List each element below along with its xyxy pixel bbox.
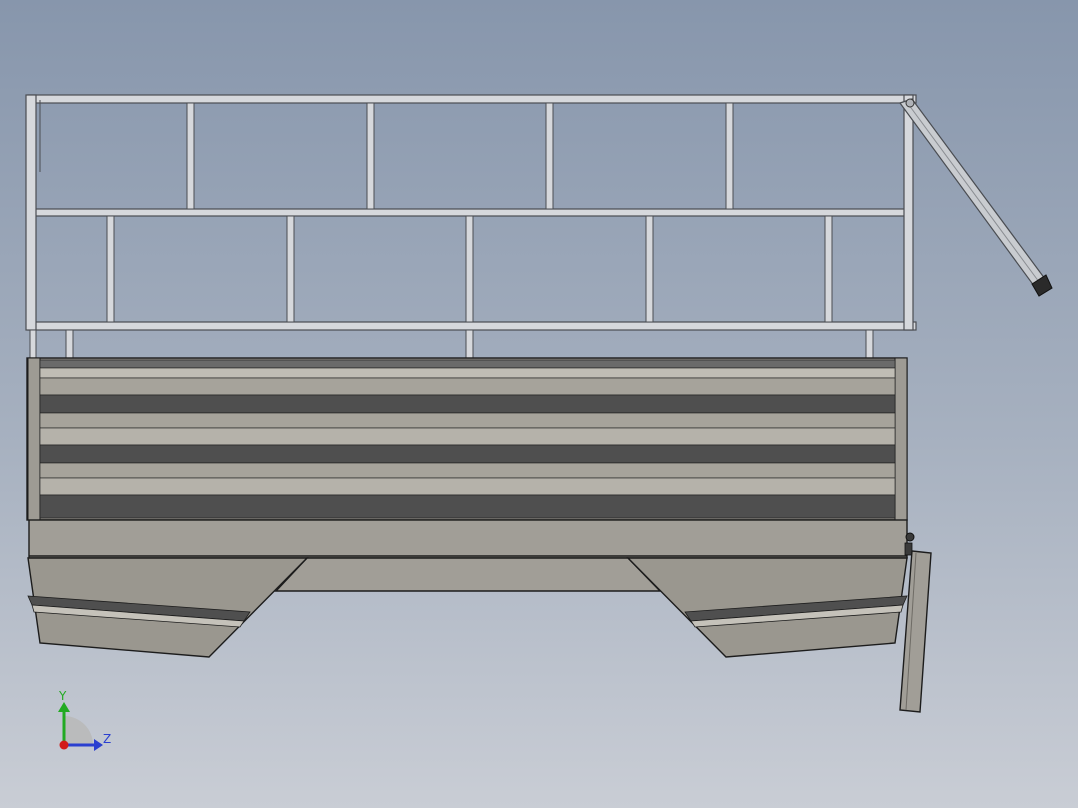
lower-baluster <box>287 216 294 322</box>
upper-baluster <box>367 103 374 209</box>
guardrail-bottom-rail <box>28 322 916 330</box>
rail-foot <box>30 330 36 360</box>
right-skirt <box>628 558 907 657</box>
lower-baluster <box>646 216 653 322</box>
cad-viewport[interactable]: Y Z <box>0 0 1078 808</box>
orientation-triad: Y Z <box>58 689 111 751</box>
guardrail-left-post <box>26 95 36 330</box>
deck-slat <box>40 395 895 413</box>
center-channel <box>276 558 660 591</box>
upper-baluster <box>726 103 733 209</box>
triad-cone <box>64 716 93 745</box>
deck-end-right <box>895 358 907 520</box>
x-axis-origin <box>60 741 69 750</box>
bolt <box>906 533 914 541</box>
left-skirt <box>28 558 307 657</box>
upper-baluster <box>187 103 194 209</box>
deck-slat <box>40 478 895 495</box>
rail-foot <box>466 330 473 360</box>
lower-baluster <box>825 216 832 322</box>
deck-platform <box>27 358 907 520</box>
model-view[interactable]: Y Z <box>0 0 1078 808</box>
deck-end-left <box>28 358 40 520</box>
deck-slat <box>40 445 895 463</box>
z-axis-label: Z <box>103 732 111 746</box>
deck-slat <box>40 428 895 445</box>
deck-slat <box>40 463 895 478</box>
y-axis-label: Y <box>58 689 67 703</box>
deck-slat <box>40 495 895 518</box>
deck-slat <box>40 368 895 378</box>
rail-foot <box>866 330 873 360</box>
lower-baluster <box>107 216 114 322</box>
z-axis-arrow <box>94 739 103 751</box>
diagonal-brace <box>900 99 1052 296</box>
guardrail-top-rail <box>28 95 916 103</box>
y-axis-arrow <box>58 702 70 712</box>
lower-baluster <box>466 216 473 322</box>
guardrail <box>26 95 916 360</box>
guardrail-right-post <box>904 95 913 330</box>
deck-slat <box>40 378 895 395</box>
guardrail-mid-rail <box>34 209 910 216</box>
deck-slat <box>40 360 895 368</box>
rail-foot <box>66 330 73 360</box>
deck-slat <box>40 413 895 428</box>
base-beam <box>29 520 914 558</box>
upper-baluster <box>546 103 553 209</box>
